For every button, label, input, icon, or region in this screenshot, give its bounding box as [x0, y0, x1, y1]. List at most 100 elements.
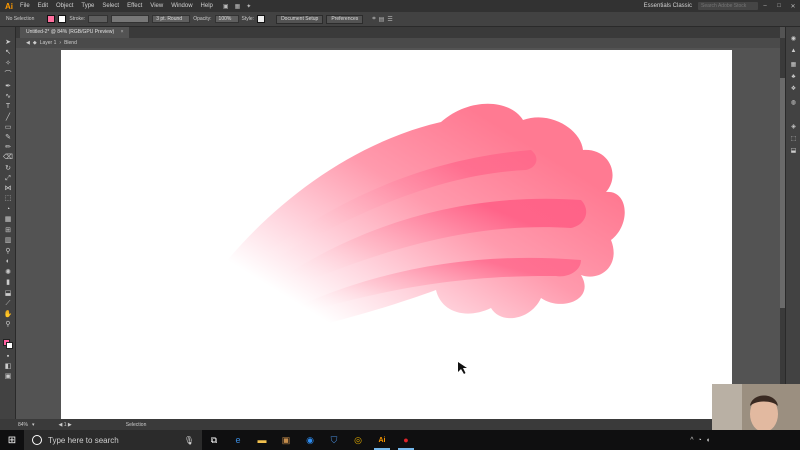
- document-setup-button[interactable]: Document Setup: [276, 14, 324, 24]
- menu-edit[interactable]: Edit: [34, 0, 52, 12]
- perspective-grid-icon[interactable]: ▦: [3, 216, 13, 224]
- pencil-icon[interactable]: ✏: [3, 144, 13, 152]
- paintbrush-icon[interactable]: ✎: [3, 134, 13, 142]
- workspace-switcher[interactable]: Essentials Classic: [644, 3, 692, 9]
- blend-artwork[interactable]: [61, 50, 732, 419]
- taskbar-search-placeholder[interactable]: Type here to search: [48, 436, 119, 445]
- security-icon[interactable]: ⛉: [322, 430, 346, 450]
- column-graph-icon[interactable]: ▮: [3, 279, 13, 287]
- minimize-icon[interactable]: –: [758, 3, 772, 9]
- artboards-icon[interactable]: ⬚: [789, 135, 798, 143]
- taskbar-search[interactable]: Type here to search 🎙: [24, 430, 202, 450]
- lasso-icon[interactable]: ⌒: [3, 71, 13, 79]
- media-player-icon[interactable]: ◉: [298, 430, 322, 450]
- edge-icon[interactable]: e: [226, 430, 250, 450]
- slice-tool-icon[interactable]: ⟋: [3, 300, 13, 308]
- brushes-icon[interactable]: ♣: [789, 73, 798, 81]
- menu-view[interactable]: View: [146, 0, 167, 12]
- swatches-icon[interactable]: ▦: [789, 61, 798, 69]
- type-tool-icon[interactable]: T: [3, 103, 13, 111]
- color-panel-icon[interactable]: ◉: [789, 35, 798, 43]
- gradient-tool-icon[interactable]: ▥: [3, 237, 13, 245]
- close-tab-icon[interactable]: ×: [121, 29, 124, 35]
- links-icon[interactable]: ⬓: [789, 147, 798, 155]
- rotate-icon[interactable]: ↻: [3, 165, 13, 173]
- color-mode-icon[interactable]: ▪: [3, 353, 13, 361]
- arrange-icon[interactable]: ▦: [235, 3, 241, 10]
- tray-chevron-icon[interactable]: ^: [690, 437, 693, 444]
- width-tool-icon[interactable]: ⋈: [3, 185, 13, 193]
- arrange-documents-icon[interactable]: ▤: [379, 16, 385, 23]
- menu-effect[interactable]: Effect: [123, 0, 146, 12]
- menu-file[interactable]: File: [16, 0, 34, 12]
- stock-search-input[interactable]: [701, 3, 758, 9]
- isolate-icon[interactable]: ⌗: [372, 16, 375, 23]
- file-explorer-icon[interactable]: ▬: [250, 430, 274, 450]
- artboard-nav-icon[interactable]: ◀ 1 ▶: [59, 422, 72, 428]
- gpu-icon[interactable]: ✦: [246, 3, 251, 10]
- zoom-dropdown-icon[interactable]: ▾: [32, 422, 35, 428]
- opacity-field[interactable]: 100%: [214, 15, 239, 23]
- bridge-icon[interactable]: ▣: [223, 3, 229, 10]
- fill-stroke-icon[interactable]: [3, 339, 13, 349]
- blend-tool-icon[interactable]: ◐: [3, 258, 13, 266]
- magic-wand-icon[interactable]: ✧: [3, 60, 13, 68]
- network-icon[interactable]: ◔: [698, 437, 702, 444]
- layers-icon[interactable]: ◈: [789, 123, 798, 131]
- zoom-tool-icon[interactable]: ⚲: [3, 321, 13, 329]
- stroke-weight-field[interactable]: [88, 15, 109, 23]
- artboard[interactable]: [61, 50, 732, 419]
- opacity-label[interactable]: Opacity:: [193, 16, 211, 22]
- windows-start-icon[interactable]: ⊞: [0, 430, 24, 450]
- variable-width-profile[interactable]: [111, 15, 150, 23]
- curvature-tool-icon[interactable]: ∿: [3, 93, 13, 101]
- chrome-icon[interactable]: ◎: [346, 430, 370, 450]
- back-arrow-icon[interactable]: ◀: [26, 40, 30, 46]
- mesh-tool-icon[interactable]: ⊞: [3, 227, 13, 235]
- menu-select[interactable]: Select: [98, 0, 123, 12]
- screen-mode-icon[interactable]: ▣: [3, 373, 13, 381]
- preferences-button[interactable]: Preferences: [326, 14, 364, 24]
- selection-tool-icon[interactable]: ➤: [3, 39, 13, 47]
- draw-mode-icon[interactable]: ◧: [3, 363, 13, 371]
- breadcrumb-group[interactable]: Blend: [64, 40, 77, 46]
- document-tab[interactable]: Untitled-2* @ 84% (RGB/GPU Preview) ×: [20, 27, 130, 38]
- microphone-icon[interactable]: 🎙: [184, 436, 194, 445]
- volume-icon[interactable]: ◖: [706, 437, 710, 444]
- shape-builder-icon[interactable]: ◔: [3, 206, 13, 214]
- menu-window[interactable]: Window: [167, 0, 196, 12]
- line-tool-icon[interactable]: ╱: [3, 114, 13, 122]
- symbol-sprayer-icon[interactable]: ✺: [3, 269, 13, 277]
- stroke-swatch[interactable]: [58, 15, 67, 23]
- panel-menu-icon[interactable]: ☰: [387, 16, 392, 23]
- menu-object[interactable]: Object: [52, 0, 77, 12]
- free-transform-icon[interactable]: ⬚: [3, 195, 13, 203]
- brush-definition[interactable]: 3 pt. Round: [152, 15, 191, 23]
- direct-selection-tool-icon[interactable]: ↖: [3, 49, 13, 57]
- color-guide-icon[interactable]: ▲: [789, 47, 798, 55]
- eraser-icon[interactable]: ⌫: [3, 154, 13, 162]
- symbols-icon[interactable]: ❖: [789, 85, 798, 93]
- pen-tool-icon[interactable]: ✒: [3, 83, 13, 91]
- stock-search[interactable]: [698, 2, 758, 10]
- recorder-icon[interactable]: ●: [394, 430, 418, 450]
- tools-panel: ➤ ↖ ✧ ⌒ ✒ ∿ T ╱ ▭ ✎ ✏ ⌫ ↻ ⤢ ⋈ ⬚ ◔ ▦ ⊞ ▥ …: [0, 27, 16, 419]
- menu-type[interactable]: Type: [77, 0, 98, 12]
- rectangle-tool-icon[interactable]: ▭: [3, 124, 13, 132]
- illustrator-taskbar-icon[interactable]: Ai: [370, 430, 394, 450]
- appearance-icon[interactable]: ◍: [789, 99, 798, 107]
- hand-tool-icon[interactable]: ✋: [3, 311, 13, 319]
- artboard-tool-icon[interactable]: ⬓: [3, 290, 13, 298]
- store-icon[interactable]: ▣: [274, 430, 298, 450]
- zoom-level[interactable]: 84%: [18, 422, 28, 428]
- scale-icon[interactable]: ⤢: [3, 175, 13, 183]
- maximize-icon[interactable]: □: [772, 3, 786, 9]
- eyedropper-icon[interactable]: ⚲: [3, 248, 13, 256]
- menu-help[interactable]: Help: [197, 0, 217, 12]
- graphic-style-swatch[interactable]: [257, 15, 266, 23]
- breadcrumb-layer[interactable]: Layer 1: [40, 40, 57, 46]
- canvas-area[interactable]: [16, 48, 780, 419]
- fill-swatch[interactable]: [47, 15, 56, 23]
- task-view-icon[interactable]: ⧉: [202, 430, 226, 450]
- close-icon[interactable]: ✕: [786, 3, 800, 10]
